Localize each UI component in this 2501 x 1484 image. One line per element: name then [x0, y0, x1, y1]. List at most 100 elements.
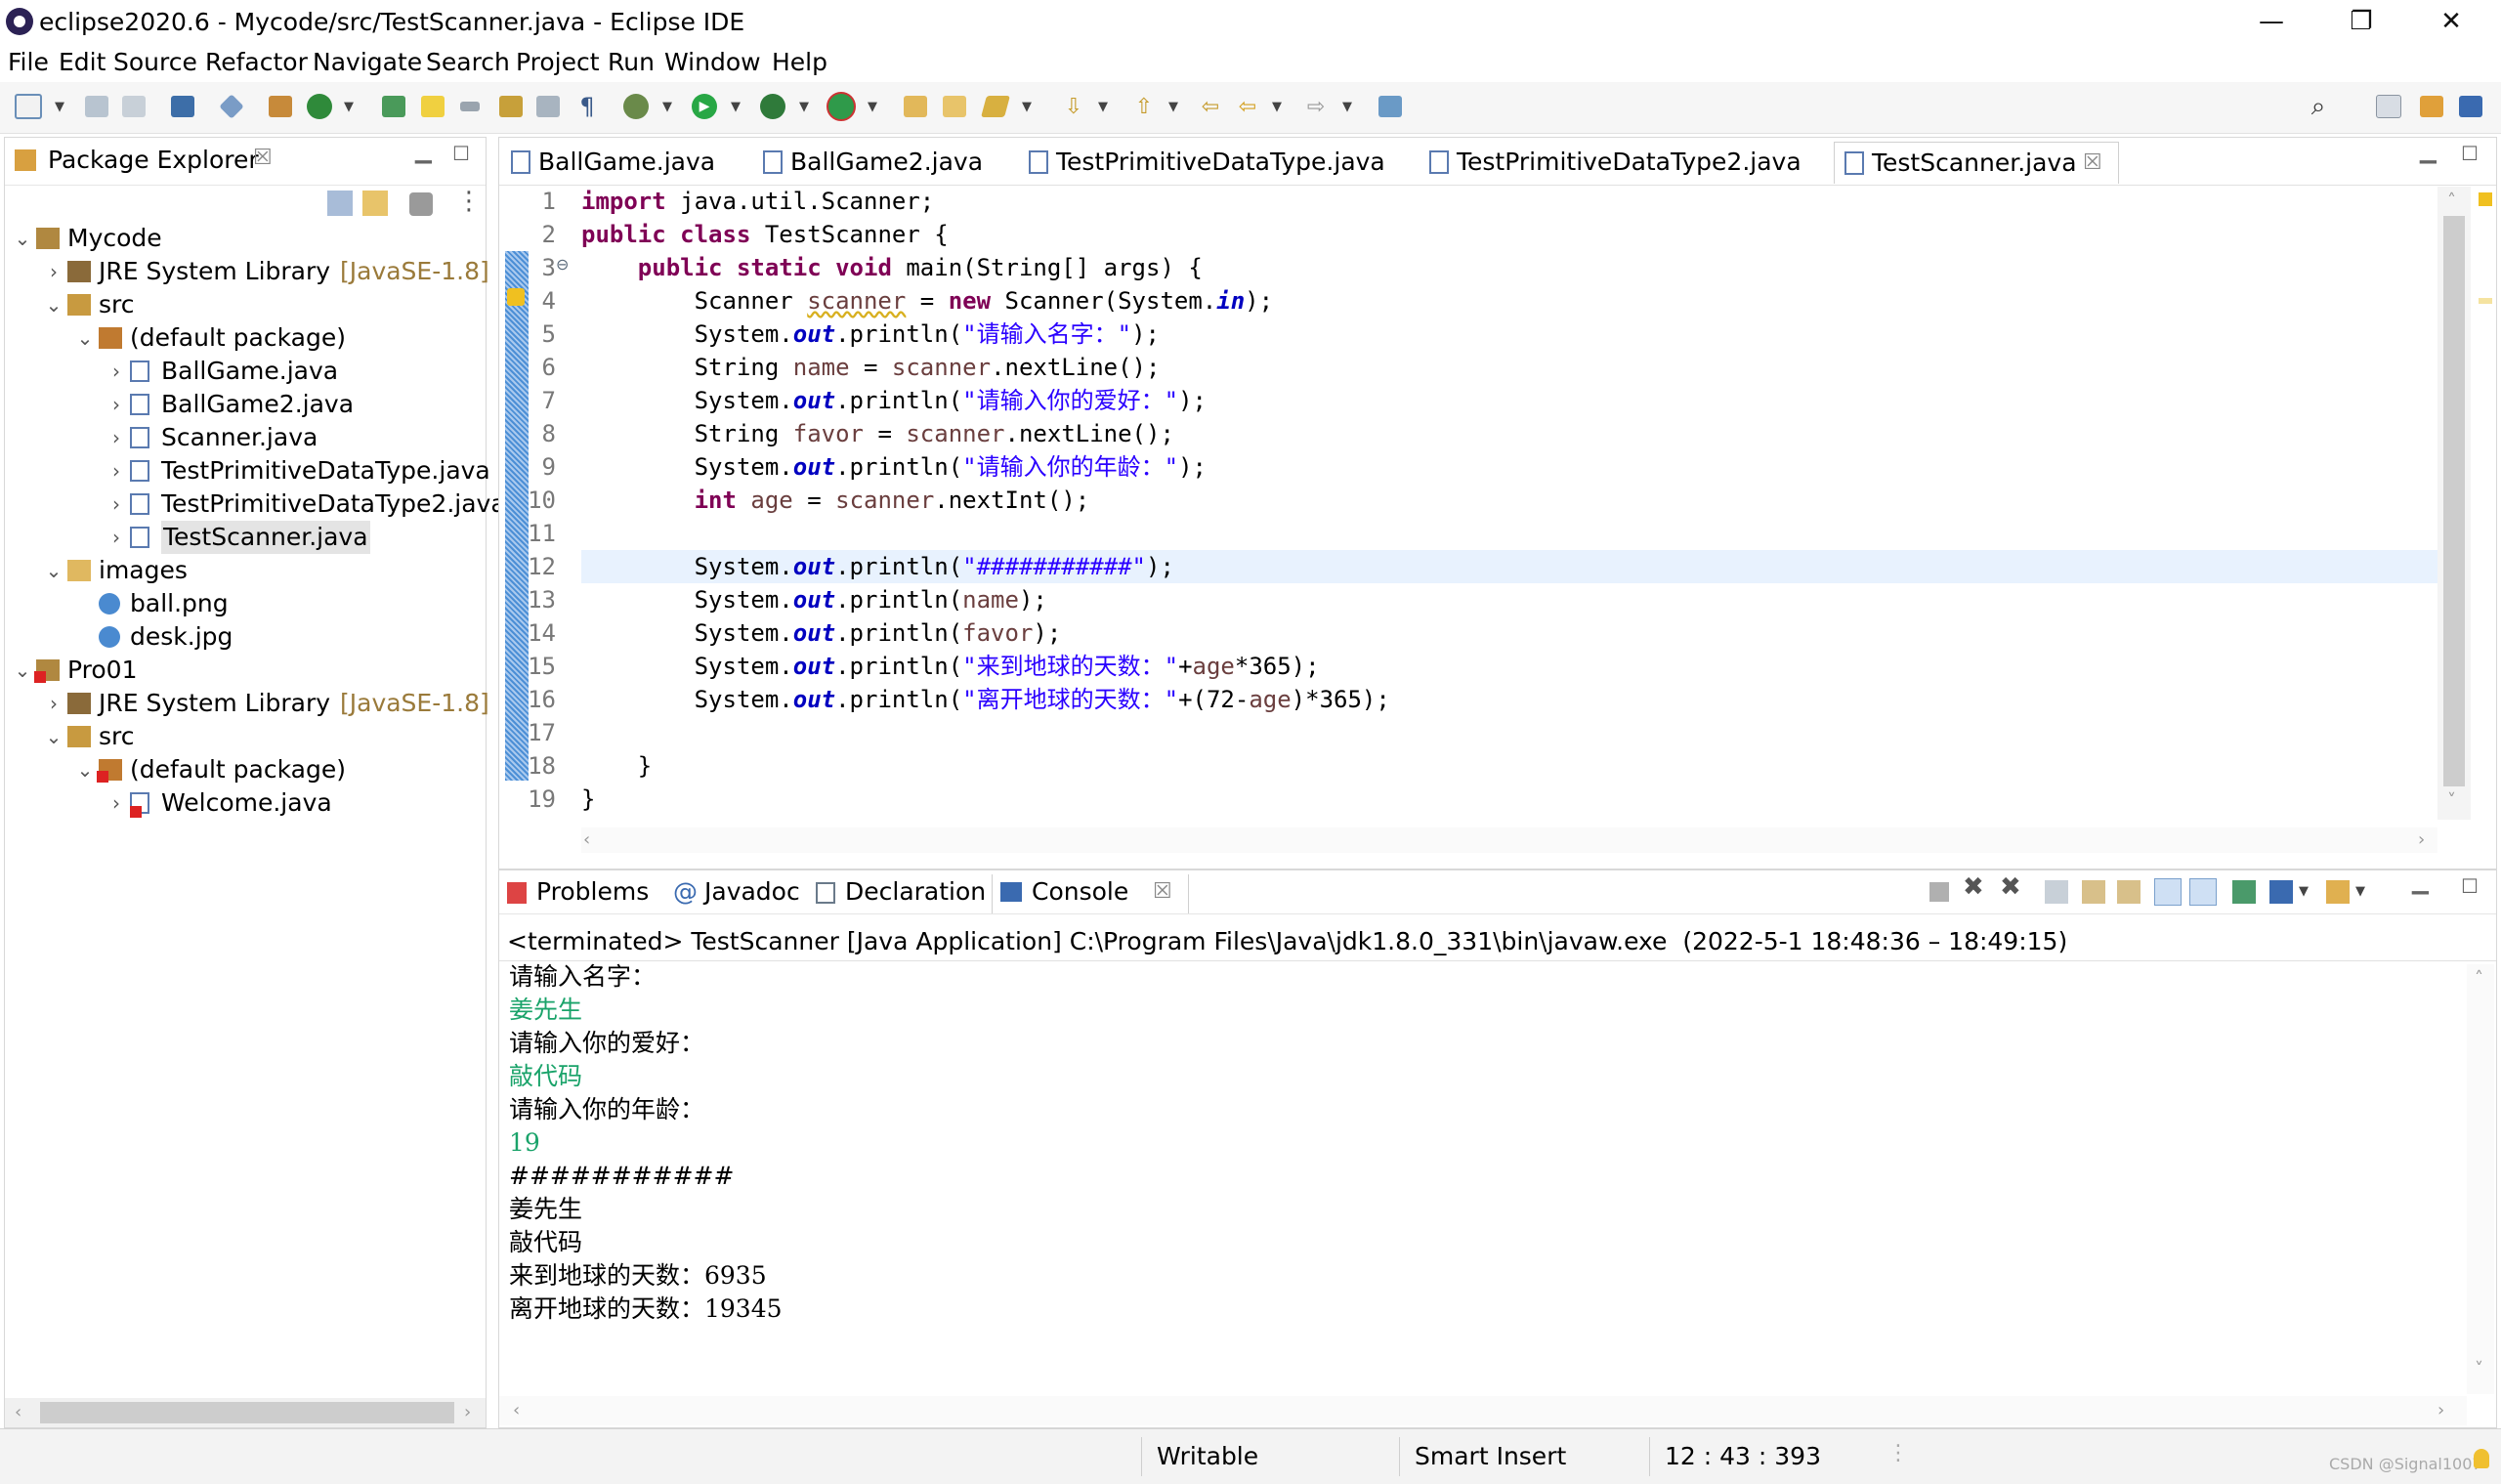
show-whitespace-icon[interactable]: ¶ — [572, 92, 602, 121]
highlight-icon[interactable] — [418, 92, 447, 121]
menu-file[interactable]: File — [8, 45, 49, 80]
scroll-left-icon[interactable]: ‹ — [513, 1400, 520, 1420]
tab-testscanner[interactable]: TestScanner.java ☒ — [1834, 142, 2119, 184]
chevron-right-icon[interactable]: › — [44, 687, 64, 720]
back-dropdown-icon[interactable]: ▼ — [1272, 100, 1282, 114]
scroll-down-icon[interactable]: ˅ — [2447, 790, 2456, 811]
debug-icon[interactable] — [621, 92, 651, 121]
code-area[interactable]: 1 import java.util.Scanner; 2 public class… — [499, 185, 2453, 820]
package-explorer-title[interactable]: Package Explorer — [48, 144, 259, 177]
menu-window[interactable]: Window — [664, 45, 761, 80]
overview-warning-icon[interactable] — [2479, 192, 2492, 206]
editor-scroll-thumb[interactable] — [2443, 216, 2465, 786]
run-dropdown-icon[interactable]: ▼ — [731, 100, 741, 114]
chevron-down-icon[interactable]: ⌄ — [44, 720, 64, 753]
word-wrap-icon[interactable] — [2117, 880, 2141, 904]
chevron-right-icon[interactable]: › — [106, 521, 126, 554]
open-console-icon[interactable] — [2326, 880, 2350, 904]
open-folder-icon[interactable] — [940, 92, 969, 121]
chevron-right-icon[interactable]: › — [106, 355, 126, 388]
scroll-lock-icon[interactable] — [2082, 880, 2105, 904]
new-icon[interactable] — [14, 92, 43, 121]
close-tab-icon[interactable]: ☒ — [2083, 143, 2102, 184]
link-icon[interactable] — [455, 92, 485, 121]
chevron-right-icon[interactable]: › — [44, 255, 64, 288]
java-ee-perspective-icon[interactable] — [2417, 92, 2446, 121]
overview-marker[interactable] — [2479, 298, 2492, 304]
tab-ballgame[interactable]: BallGame.java — [505, 142, 740, 183]
java-perspective-icon[interactable] — [2456, 92, 2485, 121]
previous-annotation-dropdown-icon[interactable]: ▼ — [1168, 100, 1178, 114]
scroll-up-icon[interactable]: ˄ — [2447, 191, 2456, 211]
maximize-editor-icon[interactable]: ☐ — [2461, 142, 2479, 165]
scroll-left-icon[interactable]: ‹ — [15, 1402, 21, 1422]
view-menu-icon[interactable]: ⋮ — [456, 187, 482, 216]
search-task-icon[interactable] — [981, 92, 1010, 121]
block-selection-icon[interactable] — [533, 92, 563, 121]
minimize-view-icon[interactable]: ▁ — [415, 140, 432, 164]
menu-source[interactable]: Source — [113, 45, 197, 80]
previous-annotation-icon[interactable]: ⇧ — [1129, 92, 1159, 121]
debug-dropdown-icon[interactable]: ▼ — [662, 100, 672, 114]
maximize-view-icon[interactable]: ☐ — [452, 142, 470, 165]
forward-dropdown-icon[interactable]: ▼ — [1342, 100, 1352, 114]
menu-project[interactable]: Project — [516, 45, 600, 80]
show-on-stderr-icon[interactable] — [2189, 878, 2217, 906]
search-icon[interactable]: ⌕ — [2304, 92, 2333, 121]
scroll-right-icon[interactable]: › — [464, 1402, 471, 1422]
menu-help[interactable]: Help — [772, 45, 827, 80]
next-annotation-icon[interactable]: ⇩ — [1059, 92, 1088, 121]
next-annotation-dropdown-icon[interactable]: ▼ — [1098, 100, 1108, 114]
scroll-up-icon[interactable]: ˄ — [2475, 968, 2483, 989]
menu-run[interactable]: Run — [608, 45, 655, 80]
link-with-editor-icon[interactable] — [362, 191, 388, 216]
chevron-down-icon[interactable]: ⌄ — [13, 654, 32, 687]
minimize-console-icon[interactable]: ▁ — [2412, 870, 2429, 895]
status-insert-mode[interactable]: Smart Insert — [1415, 1441, 1566, 1472]
filters-icon[interactable] — [409, 192, 433, 216]
console-output[interactable]: 请输入名字： 姜先生 请输入你的爱好： 敲代码 请输入你的年龄： 19 ##########… — [499, 960, 2463, 1380]
terminate-icon[interactable] — [1929, 882, 1949, 902]
chevron-right-icon[interactable]: › — [106, 488, 126, 521]
scroll-right-icon[interactable]: › — [2437, 1400, 2444, 1420]
scroll-right-icon[interactable]: › — [2418, 829, 2425, 850]
refresh-dropdown-icon[interactable]: ▼ — [344, 100, 354, 114]
minimize-button[interactable]: — — [2237, 2, 2306, 41]
last-edit-location-icon[interactable]: ⇦ — [1196, 92, 1225, 121]
back-icon[interactable]: ⇦ — [1233, 92, 1262, 121]
chevron-down-icon[interactable]: ⌄ — [44, 288, 64, 321]
console-vertical-scrollbar[interactable]: ˄ ˅ — [2467, 964, 2494, 1394]
scroll-thumb[interactable] — [40, 1402, 454, 1423]
tab-console[interactable]: Console ☒ — [992, 874, 1189, 913]
tab-testprimitivedatatype2[interactable]: TestPrimitiveDataType2.java — [1423, 142, 1804, 183]
forward-icon[interactable]: ⇨ — [1301, 92, 1331, 121]
menu-edit[interactable]: Edit — [59, 45, 106, 80]
remove-launch-icon[interactable]: ✖ — [1963, 872, 1984, 902]
pin-editor-icon[interactable] — [1376, 92, 1405, 121]
run-icon[interactable]: ▶ — [690, 92, 719, 121]
console-horizontal-scrollbar[interactable]: ‹ › — [499, 1396, 2467, 1425]
chevron-right-icon[interactable]: › — [106, 454, 126, 488]
close-tab-icon[interactable]: ☒ — [1153, 874, 1172, 910]
coverage-dropdown-icon[interactable]: ▼ — [799, 100, 809, 114]
horizontal-scrollbar[interactable]: ‹ › — [5, 1398, 486, 1427]
scroll-left-icon[interactable]: ‹ — [583, 829, 590, 850]
pin-console-icon[interactable] — [2232, 880, 2256, 904]
open-type-icon[interactable] — [379, 92, 408, 121]
chevron-right-icon[interactable]: › — [106, 421, 126, 454]
display-console-icon[interactable] — [2269, 880, 2293, 904]
terminal-icon[interactable] — [168, 92, 197, 121]
tab-ballgame2[interactable]: BallGame2.java — [757, 142, 992, 183]
status-drag-handle[interactable]: ⋮ — [1887, 1441, 1909, 1465]
search-dropdown-icon[interactable]: ▼ — [1022, 100, 1032, 114]
menu-refactor[interactable]: Refactor — [205, 45, 308, 80]
refresh-icon[interactable] — [305, 92, 334, 121]
display-console-dropdown-icon[interactable]: ▼ — [2299, 884, 2309, 899]
tab-testprimitivedatatype[interactable]: TestPrimitiveDataType.java — [1023, 142, 1394, 183]
menu-navigate[interactable]: Navigate — [313, 45, 422, 80]
new-package-icon[interactable] — [266, 92, 295, 121]
save-all-icon[interactable] — [119, 92, 148, 121]
editor-horizontal-scrollbar[interactable]: ‹ › — [581, 827, 2437, 853]
close-window-button[interactable]: ✕ — [2417, 2, 2485, 41]
lightbulb-icon[interactable] — [2474, 1449, 2489, 1468]
